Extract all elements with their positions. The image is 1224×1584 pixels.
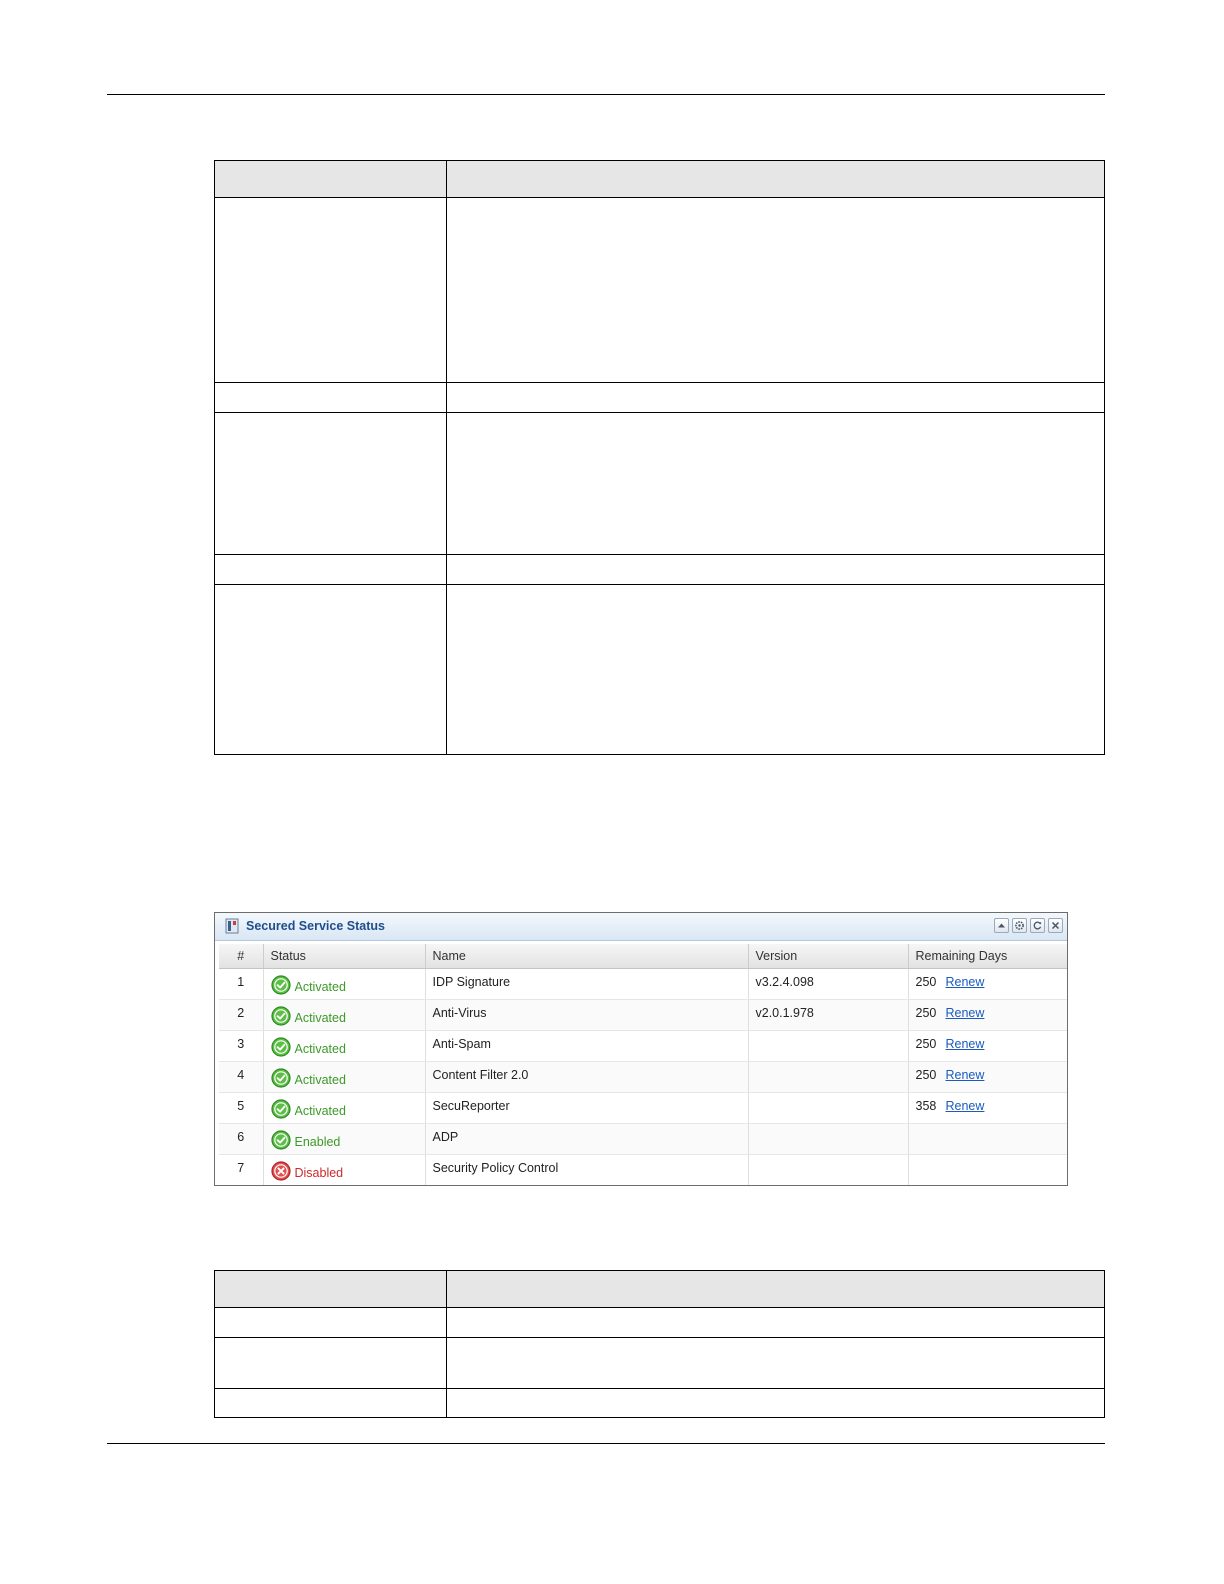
remaining-days-cell: 250 Renew xyxy=(908,999,1067,1031)
service-name: IDP Signature xyxy=(425,968,749,1000)
service-version: v2.0.1.978 xyxy=(748,999,909,1031)
service-version xyxy=(748,1154,909,1185)
table-row[interactable]: 5 Activated SecuReporter 358 Renew xyxy=(219,1092,1067,1124)
remaining-days-cell: 250 Renew xyxy=(908,1030,1067,1062)
service-name: ADP xyxy=(425,1123,749,1155)
service-name: Content Filter 2.0 xyxy=(425,1061,749,1093)
row-number: 2 xyxy=(219,999,264,1031)
check-circle-icon xyxy=(270,1130,291,1150)
table-row[interactable]: 4 Activated Content Filter 2.0 250 Renew xyxy=(219,1061,1067,1093)
status-cell: Activated xyxy=(263,968,426,1000)
service-name: Security Policy Control xyxy=(425,1154,749,1185)
service-name: Anti-Spam xyxy=(425,1030,749,1062)
row-number: 6 xyxy=(219,1123,264,1155)
table-row[interactable]: 6 Enabled ADP xyxy=(219,1123,1067,1155)
remaining-days-value: 250 xyxy=(915,1068,937,1082)
check-circle-icon xyxy=(270,1037,291,1057)
table-row[interactable]: 3 Activated Anti-Spam 250 Renew xyxy=(219,1030,1067,1062)
service-version: v3.2.4.098 xyxy=(748,968,909,1000)
renew-link[interactable]: Renew xyxy=(946,975,985,989)
settings-icon[interactable] xyxy=(1012,918,1027,933)
status-text: Activated xyxy=(294,1103,346,1118)
status-cell: Activated xyxy=(263,1061,426,1093)
remaining-days-value: 250 xyxy=(915,975,937,989)
remaining-days-value: 250 xyxy=(915,1006,937,1020)
check-circle-icon xyxy=(270,1068,291,1088)
status-text: Activated xyxy=(294,1010,346,1025)
widget-controls xyxy=(994,918,1063,933)
status-text: Activated xyxy=(294,1041,346,1056)
table-row[interactable]: 7 Disabled Security Policy Control xyxy=(219,1154,1067,1185)
renew-link[interactable]: Renew xyxy=(946,1099,985,1113)
description-table-bottom xyxy=(214,1270,1105,1418)
footer-rule xyxy=(107,1443,1105,1444)
table-row[interactable]: 1 Activated IDP Signature v3.2.4.098 250 Rene… xyxy=(219,968,1067,1000)
service-name: Anti-Virus xyxy=(425,999,749,1031)
status-text: Activated xyxy=(294,979,346,994)
check-circle-icon xyxy=(270,975,291,995)
status-cell: Enabled xyxy=(263,1123,426,1155)
col-header-status[interactable]: Status xyxy=(263,944,426,969)
check-circle-icon xyxy=(270,1099,291,1119)
remaining-days-value: 358 xyxy=(915,1099,937,1113)
collapse-icon[interactable] xyxy=(994,918,1009,933)
status-text: Enabled xyxy=(294,1134,341,1149)
status-text: Activated xyxy=(294,1072,346,1087)
status-cell: Activated xyxy=(263,1030,426,1062)
service-version xyxy=(748,1030,909,1062)
status-cell: Disabled xyxy=(263,1154,426,1185)
table-row[interactable]: 2 Activated Anti-Virus v2.0.1.978 250 Renew xyxy=(219,999,1067,1031)
status-cell: Activated xyxy=(263,1092,426,1124)
widget-logo-icon xyxy=(225,918,239,934)
col-header-version[interactable]: Version xyxy=(748,944,909,969)
remaining-days-cell: 250 Renew xyxy=(908,1061,1067,1093)
row-number: 1 xyxy=(219,968,264,1000)
service-version xyxy=(748,1123,909,1155)
secured-service-status-widget: Secured Service Status # Status Name Ver… xyxy=(214,912,1068,1186)
widget-title-bar: Secured Service Status xyxy=(215,913,1067,941)
remaining-days-cell: 358 Renew xyxy=(908,1092,1067,1124)
col-header-number[interactable]: # xyxy=(219,944,264,969)
table-header-row: # Status Name Version Remaining Days xyxy=(219,944,1067,969)
widget-title: Secured Service Status xyxy=(246,919,385,933)
header-rule xyxy=(107,94,1105,95)
row-number: 3 xyxy=(219,1030,264,1062)
renew-link[interactable]: Renew xyxy=(946,1006,985,1020)
status-cell: Activated xyxy=(263,999,426,1031)
refresh-icon[interactable] xyxy=(1030,918,1045,933)
remaining-days-cell: 250 Renew xyxy=(908,968,1067,1000)
row-number: 4 xyxy=(219,1061,264,1093)
service-name: SecuReporter xyxy=(425,1092,749,1124)
check-circle-icon xyxy=(270,1006,291,1026)
description-table-top xyxy=(214,160,1105,755)
remaining-days-cell xyxy=(908,1154,1067,1185)
service-version xyxy=(748,1061,909,1093)
col-header-remaining-days[interactable]: Remaining Days xyxy=(908,944,1067,969)
remaining-days-value: 250 xyxy=(915,1037,937,1051)
renew-link[interactable]: Renew xyxy=(946,1037,985,1051)
close-icon[interactable] xyxy=(1048,918,1063,933)
remaining-days-cell xyxy=(908,1123,1067,1155)
row-number: 5 xyxy=(219,1092,264,1124)
row-number: 7 xyxy=(219,1154,264,1185)
x-circle-icon xyxy=(270,1161,291,1181)
col-header-name[interactable]: Name xyxy=(425,944,749,969)
renew-link[interactable]: Renew xyxy=(946,1068,985,1082)
service-status-table: # Status Name Version Remaining Days 1 Ac… xyxy=(219,944,1067,1185)
status-text: Disabled xyxy=(294,1165,344,1180)
service-version xyxy=(748,1092,909,1124)
